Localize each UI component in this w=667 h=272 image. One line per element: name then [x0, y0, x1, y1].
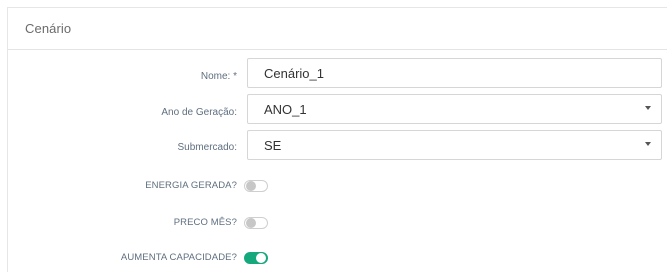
- panel-header: Cenário: [8, 8, 667, 50]
- panel-title: Cenário: [25, 21, 72, 36]
- chevron-down-icon: [645, 106, 651, 110]
- preco-mes-label: PRECO MÊS?: [173, 217, 237, 228]
- nome-input[interactable]: Cenário_1: [247, 58, 662, 88]
- submercado-select[interactable]: SE: [247, 130, 662, 160]
- nome-input-value: Cenário_1: [264, 65, 324, 81]
- submercado-selected-value: SE: [264, 137, 282, 153]
- toggle-knob: [246, 181, 256, 191]
- submercado-label: Submercado:: [177, 142, 237, 153]
- energia-gerada-label: ENERGIA GERADA?: [145, 180, 237, 191]
- aumenta-capacidade-toggle[interactable]: [244, 252, 268, 264]
- ano-geracao-select[interactable]: ANO_1: [247, 94, 662, 124]
- toggle-knob: [256, 253, 266, 263]
- nome-label: Nome: *: [200, 71, 237, 82]
- ano-geracao-label: Ano de Geração:: [161, 107, 237, 118]
- aumenta-capacidade-label: AUMENTA CAPACIDADE?: [120, 252, 237, 263]
- energia-gerada-toggle[interactable]: [244, 180, 268, 192]
- toggle-knob: [246, 218, 256, 228]
- scenario-panel: Cenário Nome: * Cenário_1 Ano de Geração…: [7, 7, 667, 272]
- preco-mes-toggle[interactable]: [244, 217, 268, 229]
- chevron-down-icon: [645, 142, 651, 146]
- ano-geracao-selected-value: ANO_1: [264, 101, 307, 117]
